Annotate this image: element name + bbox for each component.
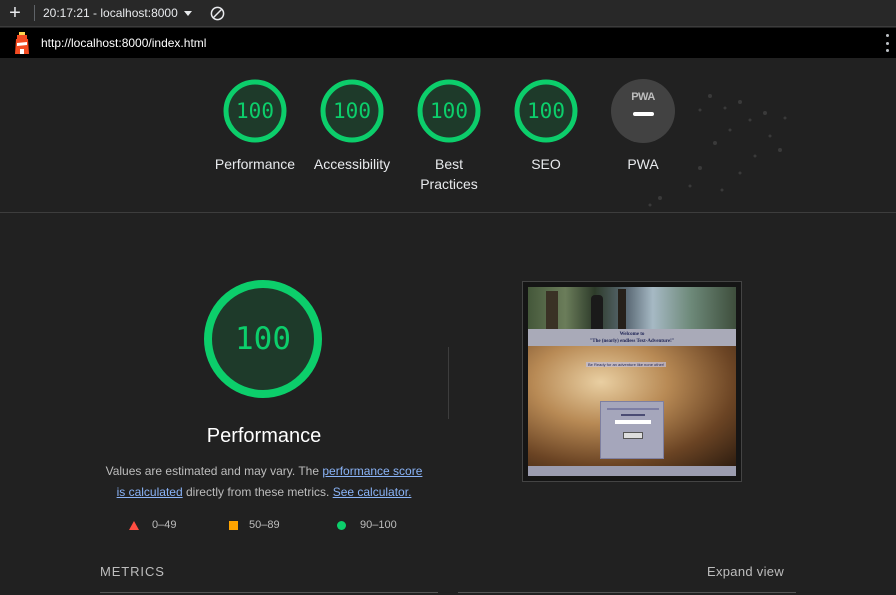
category-accessibility[interactable]: 100 Accessibility: [302, 78, 402, 174]
more-options-icon[interactable]: [886, 34, 890, 52]
toolbar-divider: [34, 5, 35, 21]
section-divider: [448, 347, 449, 419]
screenshot-footer: [528, 466, 736, 476]
performance-title: Performance: [206, 425, 322, 447]
final-screenshot[interactable]: Welcome to "The (nearly) endless Text-Adv…: [522, 281, 742, 482]
score-description: Values are estimated and may vary. The p…: [100, 461, 428, 503]
screenshot-subtitle: "The (nearly) endless Text-Adventure!": [589, 339, 675, 344]
legend-label: 90–100: [360, 519, 397, 531]
new-report-button[interactable]: +: [0, 0, 30, 27]
category-label: Best Practices: [420, 156, 478, 192]
triangle-icon: [129, 520, 139, 530]
performance-score: 100: [236, 99, 274, 123]
report-selector-label: 20:17:21 - localhost:8000: [43, 6, 178, 20]
metrics-divider: [100, 592, 438, 593]
screenshot-tagline: Be Ready for an adventure like none othe…: [586, 362, 667, 367]
legend-average: 50–89: [229, 519, 280, 531]
seo-score: 100: [527, 99, 565, 123]
metrics-divider: [458, 592, 796, 593]
devtools-toolbar: + 20:17:21 - localhost:8000: [0, 0, 896, 27]
best-practices-score: 100: [430, 99, 468, 123]
screenshot-title: Welcome to: [619, 332, 645, 337]
category-best-practices[interactable]: 100 Best Practices: [399, 78, 499, 194]
chevron-down-icon: [183, 10, 192, 16]
category-label: Accessibility: [313, 156, 391, 172]
report-selector[interactable]: 20:17:21 - localhost:8000: [43, 6, 192, 20]
category-pwa[interactable]: PWA PWA: [593, 78, 693, 174]
scores-header: 100 Performance 100 Accessibility 100 Be…: [0, 58, 896, 213]
pwa-badge-text: PWA: [631, 91, 655, 103]
performance-score-large: 100: [235, 321, 291, 357]
lighthouse-logo-icon: [15, 32, 29, 54]
category-seo[interactable]: 100 SEO: [496, 78, 596, 174]
accessibility-score: 100: [333, 99, 371, 123]
category-performance[interactable]: 100 Performance: [205, 78, 305, 174]
circle-icon: [337, 520, 346, 530]
metrics-heading: METRICS: [100, 564, 165, 579]
category-label: SEO: [531, 156, 561, 172]
performance-gauge: 100: [203, 279, 323, 399]
pwa-badge-icon: PWA: [611, 79, 675, 143]
report-url-bar: http://localhost:8000/index.html: [0, 28, 896, 58]
expand-view-toggle[interactable]: Expand view: [707, 564, 784, 579]
calculator-link[interactable]: See calculator.: [333, 485, 412, 499]
report-url[interactable]: http://localhost:8000/index.html: [41, 36, 206, 50]
description-text: directly from these metrics.: [182, 485, 333, 499]
description-text: Values are estimated and may vary. The: [105, 464, 323, 478]
legend-label: 0–49: [152, 519, 177, 531]
legend-fail: 0–49: [129, 519, 176, 531]
legend-pass: 90–100: [337, 519, 397, 531]
screenshot-book-image: Be Ready for an adventure like none othe…: [528, 346, 736, 466]
category-label: PWA: [627, 156, 659, 172]
category-label: Performance: [214, 156, 296, 172]
legend-label: 50–89: [249, 519, 280, 531]
clear-icon[interactable]: [210, 6, 225, 21]
screenshot-title-bar: Welcome to "The (nearly) endless Text-Adv…: [528, 329, 736, 346]
square-icon: [229, 520, 238, 530]
screenshot-banner-image: [528, 287, 736, 329]
screenshot-form: [600, 401, 664, 459]
pwa-dash: [633, 112, 654, 116]
